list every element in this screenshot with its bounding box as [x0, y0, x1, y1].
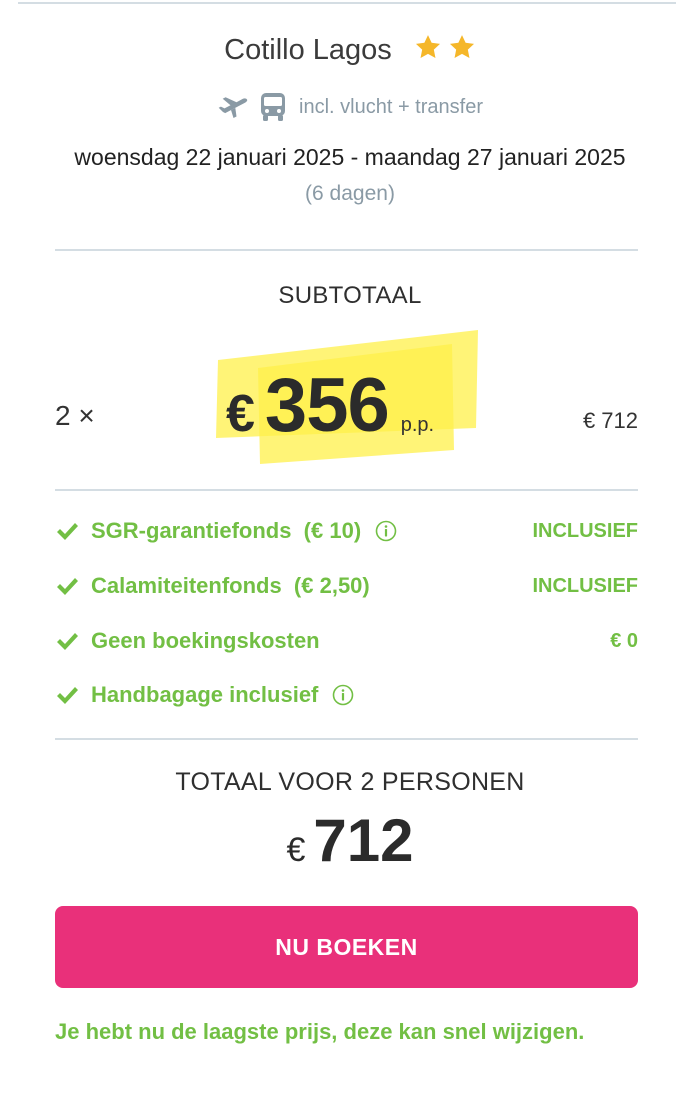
total-value: 712 [313, 807, 414, 874]
divider [55, 249, 638, 251]
check-icon [57, 633, 78, 650]
quantity-label: 2 × [55, 400, 95, 431]
per-person-label: p.p. [400, 414, 435, 436]
divider [55, 738, 638, 740]
divider [55, 489, 638, 491]
fee-label: Calamiteitenfonds (€ 2,50) [91, 573, 370, 598]
check-icon [57, 523, 78, 540]
fee-value: € 0 [610, 629, 638, 652]
fee-value: INCLUSIEF [532, 574, 638, 597]
transport-info: incl. vlucht + transfer [0, 92, 700, 122]
fee-value: INCLUSIEF [532, 519, 638, 542]
fee-label: Geen boekingskosten [91, 628, 320, 653]
price-per-person: € 356 p.p. [226, 362, 434, 449]
fee-row: Handbagage inclusief [55, 682, 638, 708]
trip-dates: woensdag 22 januari 2025 - maandag 27 ja… [74, 144, 626, 170]
bus-icon [261, 93, 286, 121]
fee-row: Calamiteitenfonds (€ 2,50) INCLUSIEF [55, 573, 638, 599]
fee-label: SGR-garantiefonds (€ 10) [91, 518, 362, 543]
fee-row: SGR-garantiefonds (€ 10) INCLUSIEF [55, 518, 638, 544]
hotel-name: Cotillo Lagos [224, 34, 392, 66]
info-icon[interactable] [375, 520, 397, 542]
fee-row: Geen boekingskosten € 0 [55, 628, 638, 654]
trip-duration: (6 dagen) [305, 182, 395, 205]
star-icon [449, 35, 474, 58]
hotel-header: Cotillo Lagos [0, 30, 700, 72]
info-icon[interactable] [332, 684, 354, 706]
total-price: € 712 [0, 806, 700, 875]
price-value: 356 [264, 363, 390, 448]
plane-icon [218, 97, 248, 118]
check-icon [57, 578, 78, 595]
star-icon [415, 35, 440, 58]
top-divider [18, 2, 676, 4]
subtotal-label: SUBTOTAAL [278, 282, 422, 309]
book-now-button[interactable]: NU BOEKEN [55, 906, 638, 988]
check-icon [57, 687, 78, 704]
line-total: € 712 [582, 408, 638, 433]
total-currency: € [286, 831, 306, 869]
fee-label: Handbagage inclusief [91, 682, 319, 707]
price-currency: € [226, 385, 255, 443]
transport-label: incl. vlucht + transfer [299, 95, 483, 118]
total-label: TOTAAL VOOR 2 PERSONEN [175, 768, 525, 796]
lowest-price-notice: Je hebt nu de laagste prijs, deze kan sn… [55, 1019, 585, 1044]
star-rating [408, 32, 476, 72]
booking-summary: Cotillo Lagos incl. vlucht + transfer wo… [0, 0, 700, 1102]
